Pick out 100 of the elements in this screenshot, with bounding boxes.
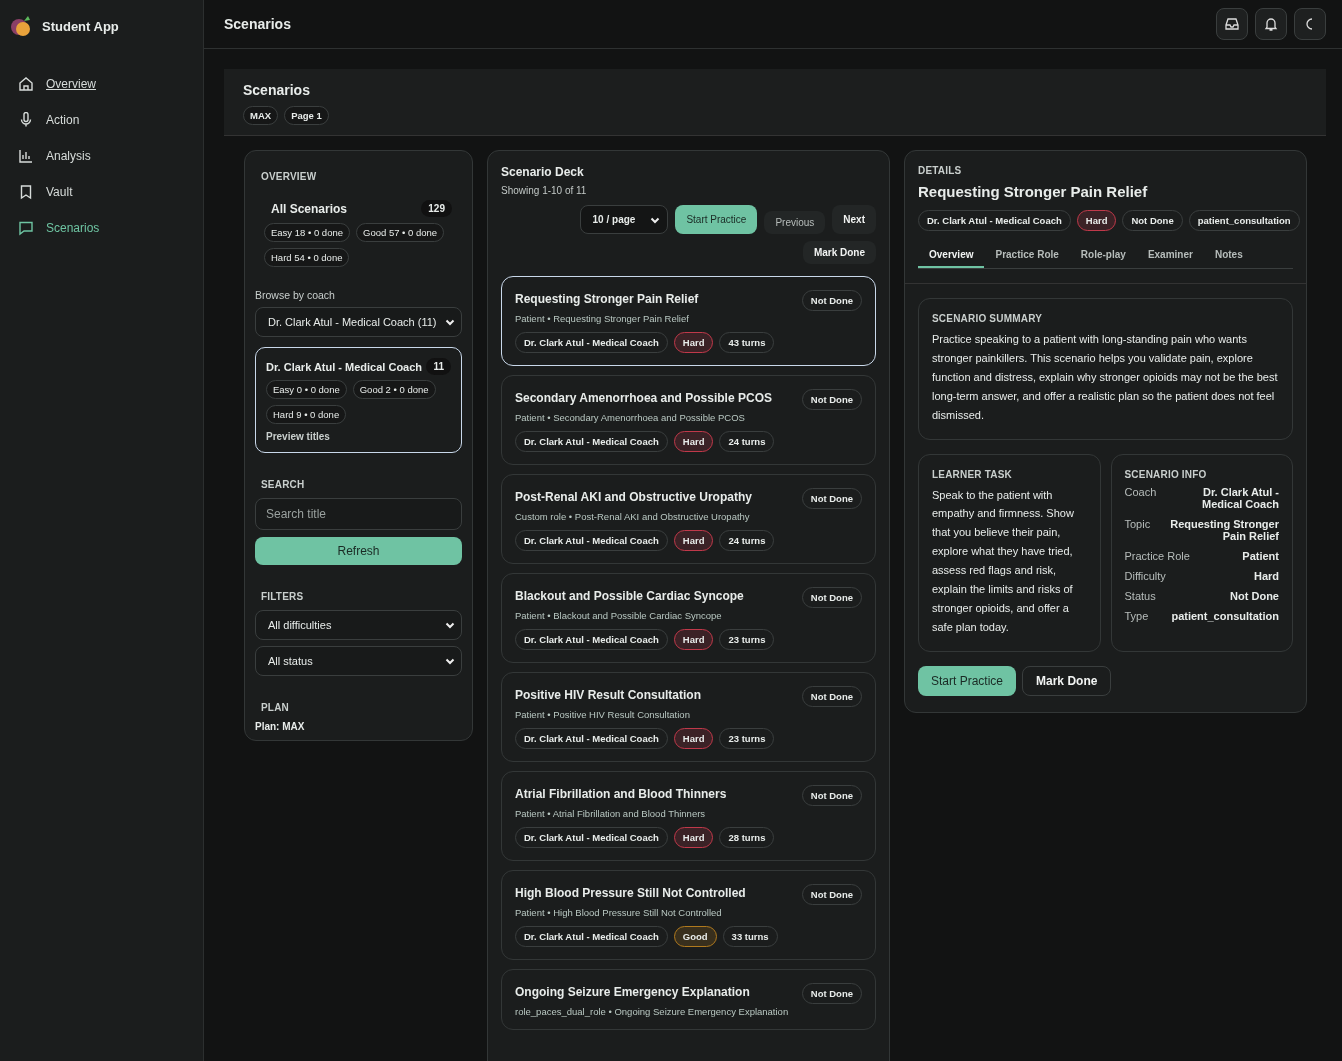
info-label: Practice Role bbox=[1124, 549, 1190, 562]
section-heading: LEARNER TASK bbox=[932, 468, 1013, 480]
section-heading: DETAILS bbox=[918, 165, 963, 176]
difficulty-tag: Hard bbox=[673, 431, 714, 452]
scenario-subtitle: Patient • High Blood Pressure Still Not Controlled bbox=[515, 907, 723, 918]
deck-button[interactable]: Mark Done bbox=[802, 241, 876, 264]
info-value: Not Done bbox=[1230, 589, 1279, 602]
coach-name: Dr. Clark Atul - Medical Coach bbox=[266, 360, 423, 373]
app-name: Student App bbox=[42, 18, 119, 34]
microphone-icon bbox=[18, 112, 34, 128]
count-badge: 129 bbox=[421, 200, 452, 217]
scenario-subtitle: Patient • Atrial Fibrillation and Blood Thinners bbox=[515, 808, 707, 819]
scenario-card[interactable]: Atrial Fibrillation and Blood Thinners Patient • Atrial Fibrillation and Blood Thinners Not Done Dr. Clark Atul - Medical Coach Hard 28 turns bbox=[501, 771, 876, 861]
deck-button[interactable]: Next bbox=[832, 205, 876, 234]
section-heading: SEARCH bbox=[261, 479, 306, 490]
scenario-card[interactable]: Requesting Stronger Pain Relief Patient • Requesting Stronger Pain Relief Not Done Dr. Clark Atul - Medical Coach Hard 43 turns bbox=[501, 276, 876, 366]
scenario-title: Atrial Fibrillation and Blood Thinners bbox=[515, 787, 727, 801]
field-label: Browse by coach bbox=[255, 289, 336, 301]
inbox-button[interactable] bbox=[1216, 8, 1248, 40]
nav-link[interactable]: Analysis bbox=[8, 138, 195, 174]
detail-tab[interactable]: Notes bbox=[1203, 243, 1254, 268]
scenario-title: Blackout and Possible Cardiac Syncope bbox=[515, 589, 744, 603]
detail-action-button[interactable]: Start Practice bbox=[918, 665, 1017, 696]
page-size-select[interactable]: 10 / page bbox=[579, 205, 669, 234]
coach-select[interactable]: Dr. Clark Atul - Medical Coach (11) bbox=[255, 307, 462, 337]
summary-text: Practice speaking to a patient with long-standing pain who wants stronger painkillers. This scenario helps you validate pain, explore function and distress, explain why stronger opioids may not be the best long-term answer, and offer a realistic plan so the patient does not feel dismissed. bbox=[932, 332, 1279, 423]
notifications-button[interactable] bbox=[1255, 8, 1287, 40]
nav-link[interactable]: Scenarios bbox=[8, 210, 195, 246]
nav-link[interactable]: Action bbox=[8, 102, 195, 138]
stat-chip: Hard 9 • 0 done bbox=[266, 405, 347, 424]
scenario-card[interactable]: Blackout and Possible Cardiac Syncope Patient • Blackout and Possible Cardiac Syncope Not Done Dr. Clark Atul - Medical Coach Hard 23 turns bbox=[501, 573, 876, 663]
theme-toggle-button[interactable] bbox=[1294, 8, 1326, 40]
info-label: Coach bbox=[1124, 485, 1157, 500]
scenario-title: Secondary Amenorrhoea and Possible PCOS bbox=[515, 391, 772, 405]
scenario-subtitle: role_paces_dual_role • Ongoing Seizure Emergency Explanation bbox=[515, 1006, 789, 1017]
filter-select[interactable]: All difficulties bbox=[255, 610, 462, 640]
stat-chip: Easy 0 • 0 done bbox=[266, 380, 347, 399]
preview-titles-link[interactable]: Preview titles bbox=[266, 431, 451, 442]
stat-chip: Hard 54 • 0 done bbox=[264, 248, 350, 267]
detail-action-button[interactable]: Mark Done bbox=[1022, 665, 1112, 696]
info-value: Patient bbox=[1242, 549, 1279, 562]
nav-link[interactable]: Vault bbox=[8, 174, 195, 210]
difficulty-tag: Hard bbox=[673, 827, 714, 848]
scenario-title: Requesting Stronger Pain Relief bbox=[515, 292, 699, 306]
scenario-card[interactable]: Secondary Amenorrhoea and Possible PCOS Patient • Secondary Amenorrhoea and Possible PCOS Not Done Dr. Clark Atul - Medical Coach Hard 24 turns bbox=[501, 375, 876, 465]
difficulty-tag: Hard bbox=[673, 728, 714, 749]
scenario-subtitle: Patient • Positive HIV Result Consultation bbox=[515, 709, 691, 720]
scenario-card[interactable]: Ongoing Seizure Emergency Explanation role_paces_dual_role • Ongoing Seizure Emergency Explanation Not Done bbox=[501, 969, 876, 1030]
detail-tab[interactable]: Overview bbox=[918, 243, 985, 268]
scenario-subtitle: Patient • Blackout and Possible Cardiac Syncope bbox=[515, 610, 723, 621]
scenario-card[interactable]: High Blood Pressure Still Not Controlled Patient • High Blood Pressure Still Not Controlled Not Done Dr. Clark Atul - Medical Coach Good 33 turns bbox=[501, 870, 876, 960]
difficulty-tag: Hard bbox=[673, 629, 714, 650]
info-value: Requesting Stronger Pain Relief bbox=[1169, 517, 1279, 542]
section-heading: OVERVIEW bbox=[261, 171, 318, 182]
scenario-title: Ongoing Seizure Emergency Explanation bbox=[515, 985, 751, 999]
info-label: Difficulty bbox=[1124, 569, 1166, 582]
info-label: Type bbox=[1124, 609, 1149, 622]
info-chip: MAX bbox=[243, 106, 279, 125]
deck-button[interactable]: Start Practice bbox=[675, 205, 758, 234]
info-label: Topic bbox=[1124, 517, 1151, 532]
scenario-subtitle: Patient • Secondary Amenorrhoea and Possible PCOS bbox=[515, 412, 746, 423]
stat-chip: Good 57 • 0 done bbox=[356, 223, 445, 242]
count-badge: 11 bbox=[426, 358, 451, 375]
scenario-title: Positive HIV Result Consultation bbox=[515, 688, 702, 702]
scenario-subtitle: Patient • Requesting Stronger Pain Relief bbox=[515, 313, 690, 324]
scenario-card[interactable]: Post-Renal AKI and Obstructive Uropathy Custom role • Post-Renal AKI and Obstructive Uropathy Not Done Dr. Clark Atul - Medical Coach Hard 24 turns bbox=[501, 474, 876, 564]
stat-chip: Easy 18 • 0 done bbox=[264, 223, 350, 242]
deck-title: Scenario Deck bbox=[501, 165, 585, 179]
filter-select[interactable]: All status bbox=[255, 646, 462, 676]
details-title: Requesting Stronger Pain Relief bbox=[918, 183, 1149, 200]
section-heading: SCENARIO INFO bbox=[1124, 468, 1208, 480]
scenario-card[interactable]: Positive HIV Result Consultation Patient • Positive HIV Result Consultation Not Done Dr. Clark Atul - Medical Coach Hard 23 turns bbox=[501, 672, 876, 762]
info-value: patient_consultation bbox=[1171, 609, 1279, 622]
chat-icon bbox=[18, 220, 34, 236]
deck-button[interactable]: Previous bbox=[764, 211, 826, 234]
nav-link[interactable]: Overview bbox=[8, 66, 195, 102]
scenario-title: Post-Renal AKI and Obstructive Uropathy bbox=[515, 490, 752, 504]
inbox-icon bbox=[1224, 16, 1240, 32]
bar-chart-icon bbox=[18, 148, 34, 164]
detail-tab[interactable]: Practice Role bbox=[984, 243, 1070, 268]
stat-chip: Good 2 • 0 done bbox=[352, 380, 436, 399]
section-heading: PLAN bbox=[261, 702, 291, 713]
scenario-title: High Blood Pressure Still Not Controlled bbox=[515, 886, 746, 900]
page-title: Scenarios bbox=[224, 16, 291, 32]
bookmark-icon bbox=[18, 184, 34, 200]
search-field[interactable]: Search title bbox=[255, 498, 462, 530]
bell-icon bbox=[1263, 16, 1279, 32]
task-text: Speak to the patient with empathy and firmness. Show that you believe their pain, explore what they have tried, assess red flags and risk, explain the limits and risks of stronger opioids, and offer a safe plan today. bbox=[932, 487, 1075, 635]
info-value: Hard bbox=[1253, 569, 1279, 582]
detail-tab[interactable]: Role-play bbox=[1069, 243, 1137, 268]
refresh-button[interactable]: Refresh bbox=[255, 537, 462, 565]
info-chip: Page 1 bbox=[284, 106, 329, 125]
difficulty-tag: Hard bbox=[673, 530, 714, 551]
difficulty-tag: Good bbox=[673, 926, 717, 947]
info-value: Dr. Clark Atul - Medical Coach bbox=[1200, 485, 1279, 510]
info-label: Status bbox=[1124, 589, 1156, 602]
detail-tab[interactable]: Examiner bbox=[1136, 243, 1204, 268]
scenario-subtitle: Custom role • Post-Renal AKI and Obstructive Uropathy bbox=[515, 511, 751, 522]
coach-card[interactable]: Dr. Clark Atul - Medical Coach 11 Easy 0 • 0 done Good 2 • 0 done Hard 9 • 0 done Preview titles bbox=[255, 347, 462, 453]
home-icon bbox=[18, 76, 34, 92]
